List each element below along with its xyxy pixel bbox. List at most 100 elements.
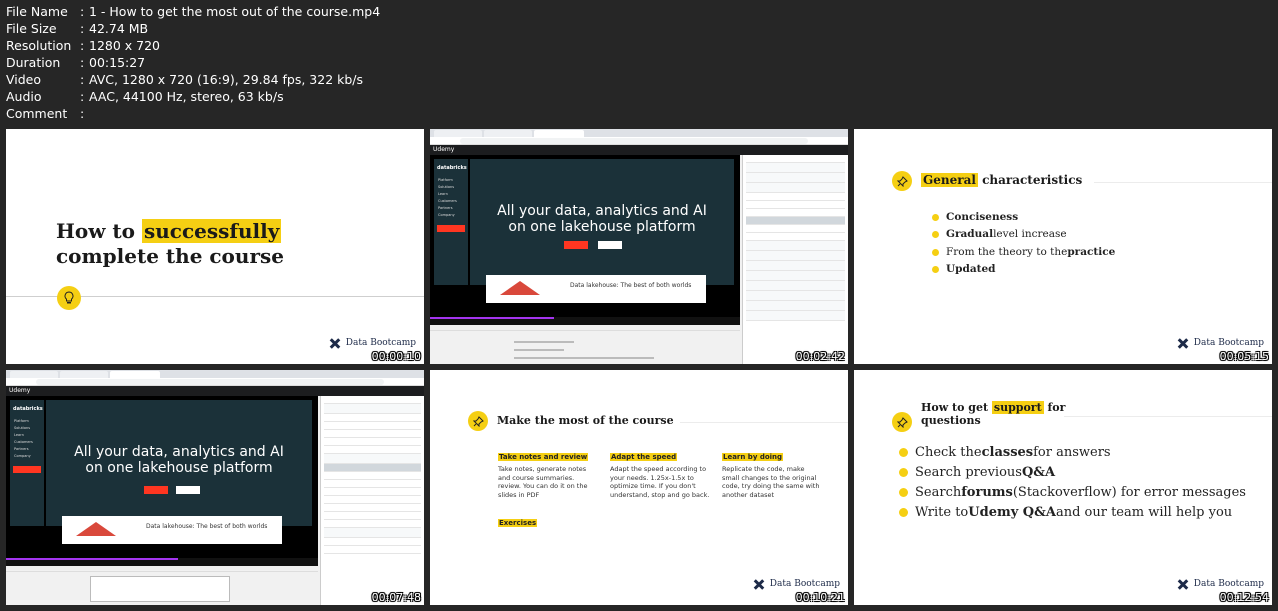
lightbulb-icon: [57, 286, 81, 310]
browser-tab[interactable]: [434, 130, 482, 137]
course-content-panel[interactable]: [320, 396, 424, 605]
learn-more-button: [598, 241, 622, 249]
thumbnail-6[interactable]: How to get support for questions Check th…: [854, 370, 1272, 605]
bullet-dot: [932, 265, 939, 273]
slide-title: How to successfully complete the course: [56, 219, 284, 268]
divider: [1094, 182, 1272, 183]
bullet-item: Check the classes for answers: [899, 445, 1111, 460]
browser-tab-bar: [6, 370, 424, 378]
bullet-dot: [932, 248, 939, 256]
data-bootcamp-logo-icon: [1176, 577, 1190, 591]
udemy-header: Udemy: [6, 386, 424, 396]
brand-logo: Data Bootcamp: [752, 577, 840, 591]
column-heading: Take notes and review: [498, 453, 589, 461]
bullet-dot: [899, 448, 908, 457]
databricks-logo: databricks: [437, 165, 467, 171]
column-body: Replicate the code, make small changes t…: [722, 465, 820, 499]
timestamp: 00:07:48: [371, 591, 421, 604]
slide-heading: General characteristics: [921, 173, 1083, 187]
databricks-sidebar: databricks Platform Solutions Learn Custom…: [10, 400, 44, 526]
databricks-hero: All your data, analytics and AI on one la…: [46, 400, 312, 526]
thumbnail-3[interactable]: General characteristics Conciseness Grad…: [854, 129, 1272, 364]
hero-headline: All your data, analytics and AI on one la…: [74, 444, 284, 476]
data-bootcamp-logo-icon: [752, 577, 766, 591]
thumbnail-4[interactable]: Udemy databricks Platform Solutions Learn …: [6, 370, 424, 605]
column-body: Take notes, generate notes and course su…: [498, 465, 588, 499]
column-body: Adapt the speed according to your needs.…: [610, 465, 710, 499]
divider: [680, 422, 848, 423]
bullet-dot: [932, 230, 939, 238]
udemy-header: Udemy: [430, 145, 848, 155]
learn-more-button: [176, 486, 200, 494]
progress-bar[interactable]: [6, 558, 178, 560]
timestamp: 00:10:21: [795, 591, 845, 604]
thumbnail-2[interactable]: Udemy databricks Platform Solutions Learn …: [430, 129, 848, 364]
bullet-dot: [899, 508, 908, 517]
lakehouse-card: Data lakehouse: The best of both worlds: [62, 516, 282, 544]
meta-row-audio: Audio: AAC, 44100 Hz, stereo, 63 kb/s: [6, 89, 284, 104]
databricks-logo: databricks: [13, 406, 43, 412]
brand-logo: Data Bootcamp: [328, 336, 416, 350]
databricks-sidebar: databricks Platform Solutions Learn Custom…: [434, 159, 468, 285]
meta-row-file-name: File Name:1 - How to get the most out of…: [6, 4, 381, 19]
timestamp: 00:05:15: [1219, 350, 1269, 363]
progress-bar[interactable]: [430, 317, 554, 319]
video-player[interactable]: databricks Platform Solutions Learn Custom…: [6, 396, 318, 566]
bullet-item: Search forums (Stackoverflow) for error …: [899, 485, 1246, 500]
meta-row-file-size: File Size:42.74 MB: [6, 21, 149, 36]
browser-tab[interactable]: [110, 371, 160, 378]
bullet-item: Gradual level increase: [932, 228, 1067, 240]
divider: [1064, 416, 1272, 417]
course-tabs[interactable]: [430, 325, 740, 331]
databricks-cta: [437, 225, 465, 232]
browser-tab[interactable]: [10, 371, 58, 378]
browser-tab[interactable]: [534, 130, 584, 137]
hero-headline: All your data, analytics and AI on one la…: [497, 203, 707, 235]
brand-logo: Data Bootcamp: [1176, 577, 1264, 591]
player-controls[interactable]: [6, 558, 318, 566]
data-bootcamp-logo-icon: [1176, 336, 1190, 350]
video-player[interactable]: databricks Platform Solutions Learn Custom…: [430, 155, 740, 325]
column-heading: Learn by doing: [722, 453, 784, 461]
browser-window: Udemy databricks Platform Solutions Learn …: [6, 370, 424, 605]
databricks-menu: Platform Solutions Learn Customers Partners…: [14, 419, 33, 458]
pushpin-icon: [892, 171, 912, 191]
course-tabs[interactable]: [6, 566, 318, 572]
bullet-dot: [932, 213, 939, 221]
timestamp: 00:00:10: [371, 350, 421, 363]
bullet-dot: [899, 488, 908, 497]
bullet-item: Write to Udemy Q&A and our team will hel…: [899, 505, 1232, 520]
try-free-button: [144, 486, 168, 494]
lakehouse-illustration: [76, 522, 116, 536]
bullet-item: Conciseness: [932, 211, 1018, 223]
databricks-cta: [13, 466, 41, 473]
browser-tab-bar: [430, 129, 848, 137]
address-bar[interactable]: [430, 137, 848, 145]
bullet-item: From the theory to the practice: [932, 246, 1115, 258]
slide-heading: How to get support for questions: [921, 401, 1066, 427]
meta-row-duration: Duration:00:15:27: [6, 55, 146, 70]
player-controls[interactable]: [430, 317, 740, 325]
lakehouse-card: Data lakehouse: The best of both worlds: [486, 275, 706, 303]
timestamp: 00:12:54: [1219, 591, 1269, 604]
try-free-button: [564, 241, 588, 249]
bullet-item: Updated: [932, 263, 996, 275]
databricks-hero: All your data, analytics and AI on one la…: [470, 159, 734, 285]
databricks-menu: Platform Solutions Learn Customers Partners…: [438, 178, 457, 217]
slide-heading: Make the most of the course: [497, 414, 674, 427]
course-content-panel[interactable]: [742, 155, 848, 364]
lakehouse-illustration: [500, 281, 540, 295]
exercises-heading: Exercises: [498, 519, 538, 527]
timestamp: 00:02:42: [795, 350, 845, 363]
notes-editor[interactable]: [90, 576, 230, 602]
pushpin-icon: [468, 411, 488, 431]
file-metadata: File Name:1 - How to get the most out of…: [6, 3, 380, 122]
bullet-dot: [899, 468, 908, 477]
address-bar[interactable]: [6, 378, 424, 386]
thumbnail-1[interactable]: How to successfully complete the course …: [6, 129, 424, 364]
thumbnail-5[interactable]: Make the most of the course Take notes a…: [430, 370, 848, 605]
pushpin-icon: [892, 412, 912, 432]
browser-window: Udemy databricks Platform Solutions Learn …: [430, 129, 848, 364]
browser-tab[interactable]: [60, 371, 108, 378]
browser-tab[interactable]: [484, 130, 532, 137]
